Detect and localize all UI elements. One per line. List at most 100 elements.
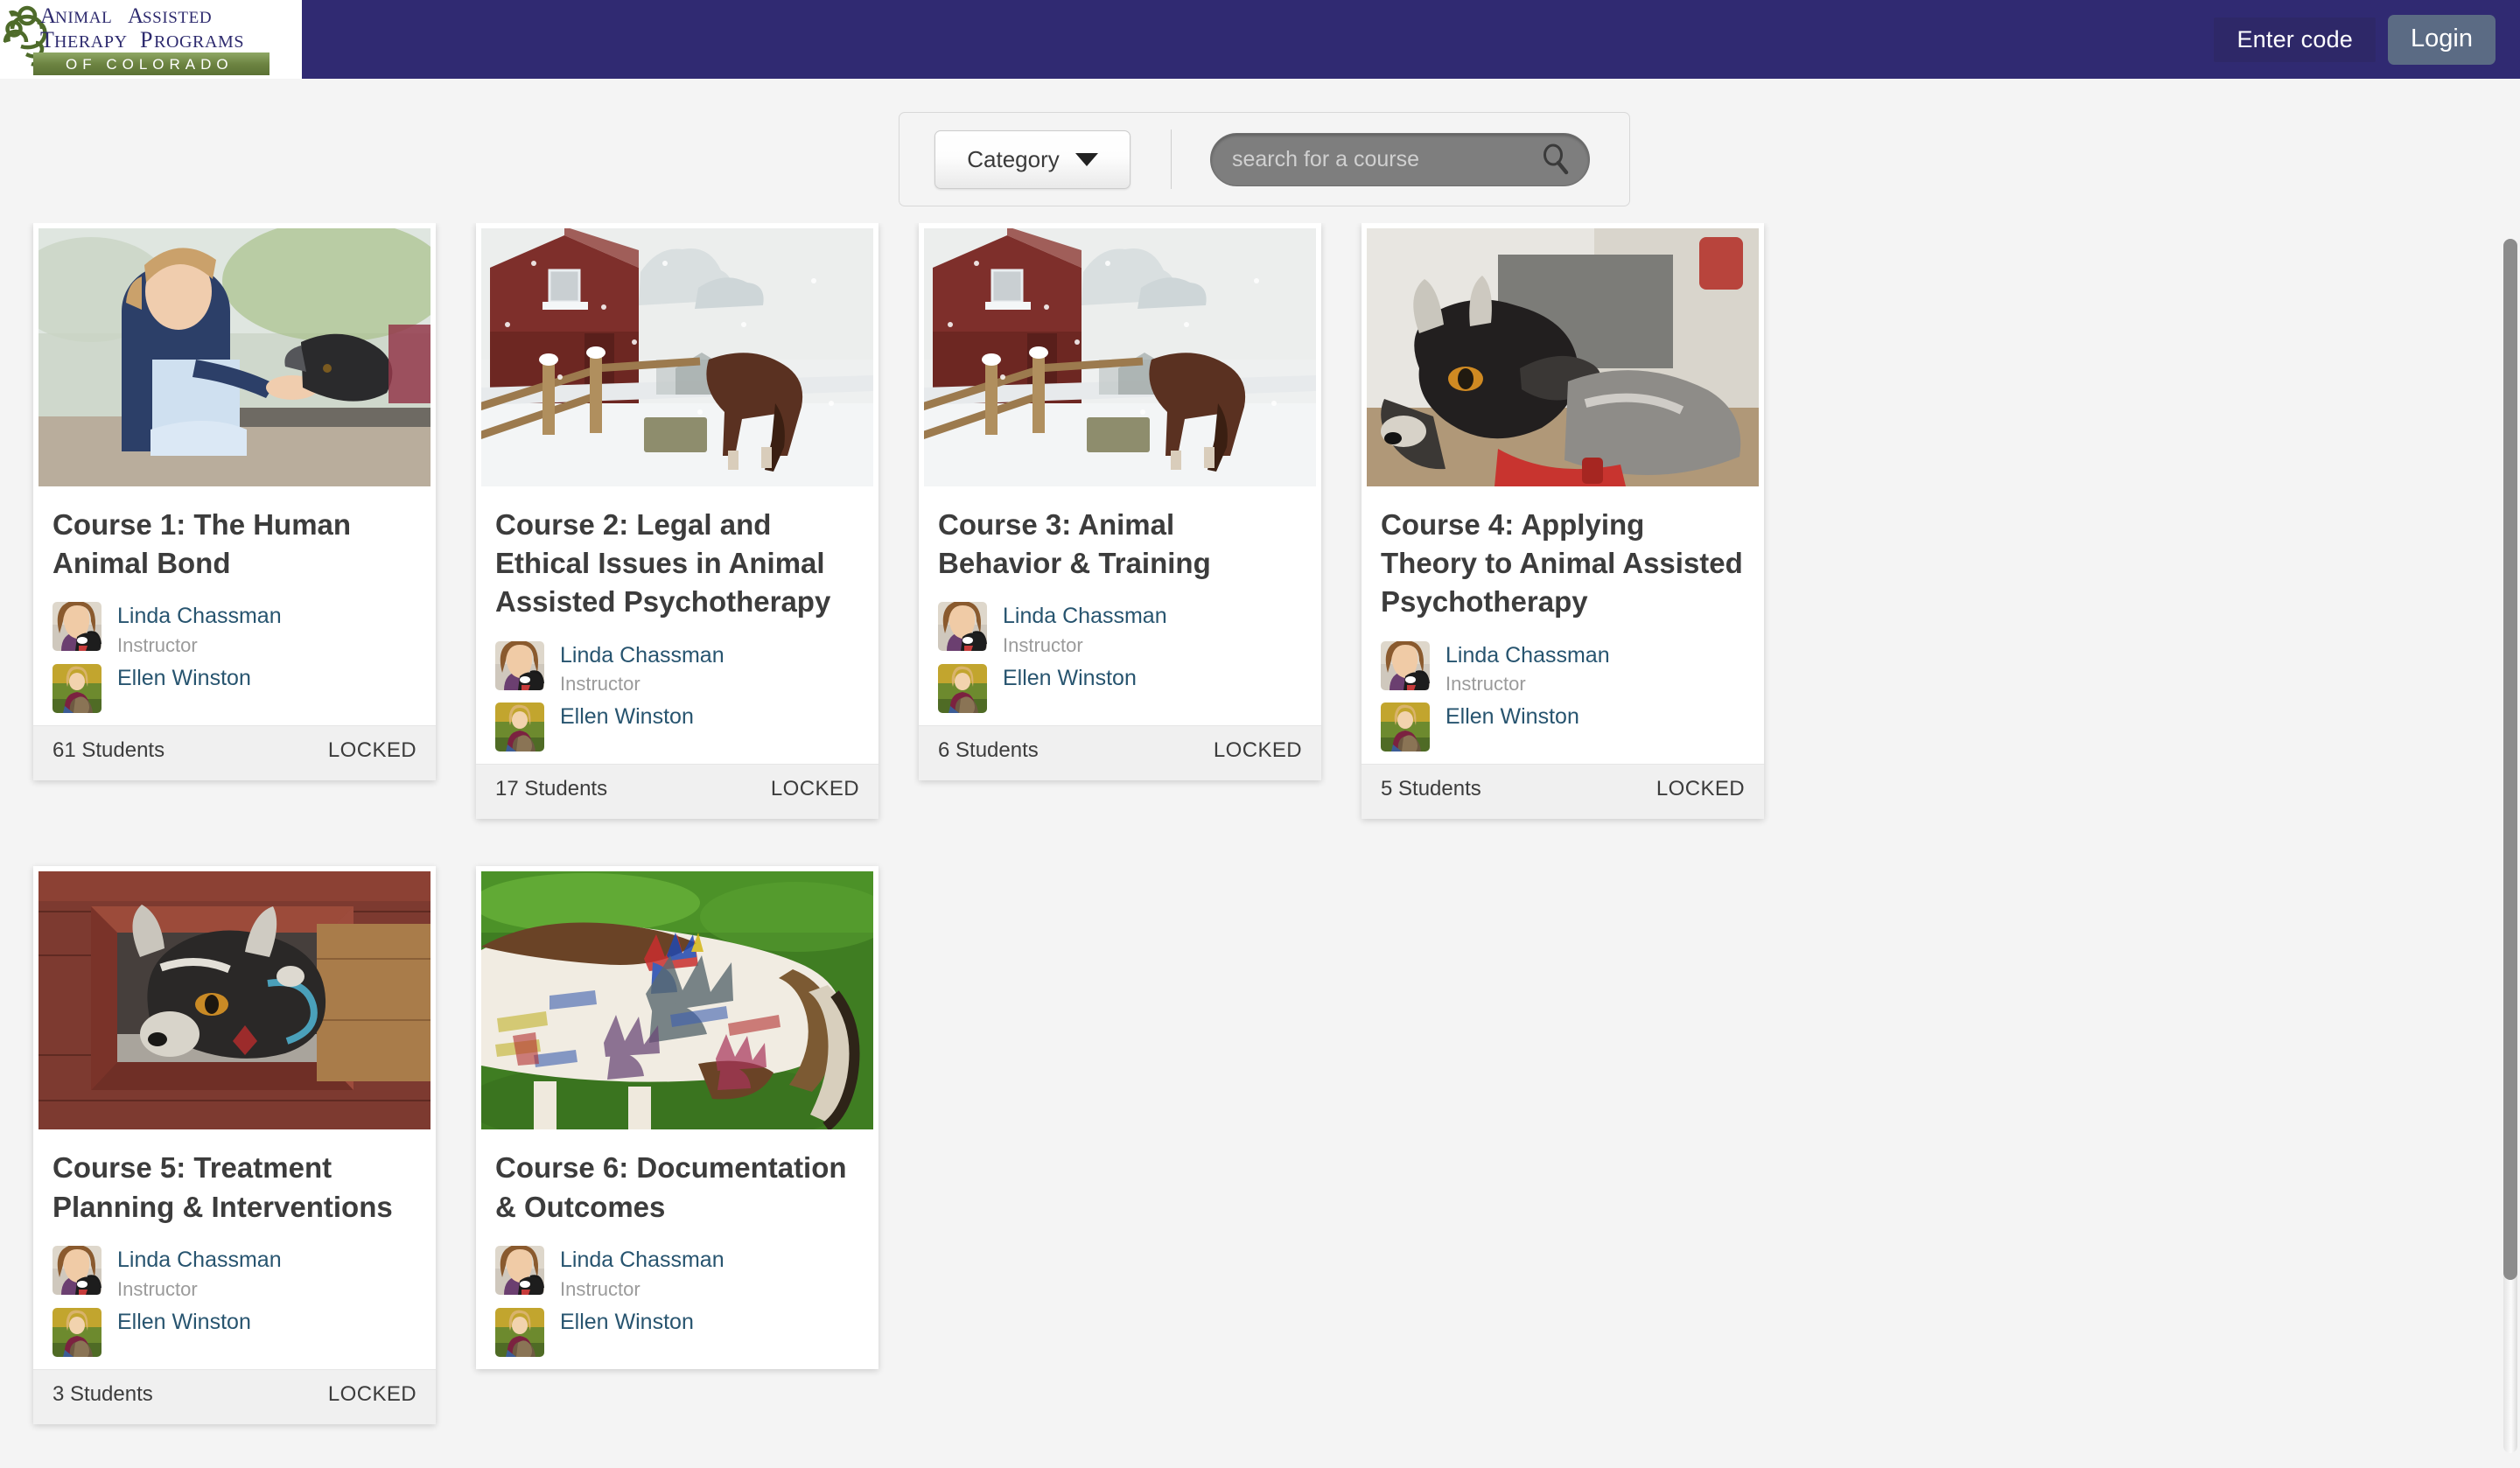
instructor-row[interactable]: Linda Chassman Instructor <box>495 640 859 696</box>
instructor-role: Instructor <box>117 634 198 657</box>
vertical-scrollbar[interactable] <box>2501 223 2520 1468</box>
svg-text:HERAPY: HERAPY <box>54 32 128 52</box>
avatar[interactable] <box>52 664 102 714</box>
course-thumbnail[interactable] <box>481 228 873 486</box>
course-card-footer: 17 Students LOCKED <box>476 764 878 820</box>
instructor-name[interactable]: Linda Chassman <box>1003 604 1167 629</box>
course-card[interactable]: Course 5: Treatment Planning & Intervent… <box>33 866 436 1424</box>
avatar[interactable] <box>52 1307 102 1357</box>
instructor-role: Instructor <box>1446 673 1526 696</box>
course-card-body: Course 1: The Human Animal Bond Linda Cha… <box>33 486 436 725</box>
svg-text:T: T <box>40 27 54 52</box>
course-card-body: Course 5: Treatment Planning & Intervent… <box>33 1129 436 1368</box>
course-title[interactable]: Course 2: Legal and Ethical Issues in An… <box>495 506 859 622</box>
course-instructors: Linda Chassman Instructor Ellen Winston <box>1381 640 1745 752</box>
avatar[interactable] <box>52 602 102 652</box>
category-dropdown[interactable]: Category <box>934 129 1130 189</box>
instructor-text: Ellen Winston <box>560 1308 694 1335</box>
svg-text:A: A <box>128 4 144 28</box>
instructor-text: Linda Chassman Instructor <box>1446 641 1610 696</box>
instructor-name[interactable]: Ellen Winston <box>1003 666 1137 691</box>
instructor-name[interactable]: Linda Chassman <box>560 1248 724 1273</box>
instructor-row[interactable]: Linda Chassman Instructor <box>52 602 416 657</box>
course-search-panel: Category <box>899 112 1630 206</box>
course-title[interactable]: Course 1: The Human Animal Bond <box>52 506 416 583</box>
instructor-text: Linda Chassman Instructor <box>1003 602 1167 657</box>
instructor-name[interactable]: Linda Chassman <box>117 604 282 629</box>
avatar[interactable] <box>52 1245 102 1295</box>
course-thumbnail[interactable] <box>1367 228 1759 486</box>
instructor-row[interactable]: Linda Chassman Instructor <box>938 602 1302 657</box>
course-card-footer: 5 Students LOCKED <box>1362 764 1764 820</box>
instructor-name[interactable]: Ellen Winston <box>1446 704 1579 730</box>
course-card-body: Course 2: Legal and Ethical Issues in An… <box>476 486 878 764</box>
course-grid: Course 1: The Human Animal Bond Linda Cha… <box>0 223 2240 1468</box>
instructor-name[interactable]: Ellen Winston <box>117 1310 251 1335</box>
course-card-footer: 3 Students LOCKED <box>33 1368 436 1424</box>
enter-code-button[interactable]: Enter code <box>2214 17 2376 62</box>
instructor-role: Instructor <box>560 1277 640 1300</box>
instructor-row[interactable]: Ellen Winston <box>495 1307 859 1357</box>
instructor-row[interactable]: Ellen Winston <box>1381 703 1745 752</box>
instructor-role: Instructor <box>1003 634 1083 657</box>
course-card[interactable]: Course 4: Applying Theory to Animal Assi… <box>1362 223 1764 820</box>
instructor-name[interactable]: Linda Chassman <box>1446 643 1610 668</box>
student-count: 61 Students <box>52 738 165 763</box>
course-card[interactable]: Course 1: The Human Animal Bond Linda Cha… <box>33 223 436 781</box>
svg-text:ROGRAMS: ROGRAMS <box>154 32 244 52</box>
search-input[interactable] <box>1211 146 1589 172</box>
instructor-name[interactable]: Ellen Winston <box>117 666 251 691</box>
course-thumbnail[interactable] <box>924 228 1316 486</box>
course-title[interactable]: Course 3: Animal Behavior & Training <box>938 506 1302 583</box>
course-instructors: Linda Chassman Instructor Ellen Winston <box>52 1245 416 1357</box>
svg-text:A: A <box>40 4 57 28</box>
course-thumbnail[interactable] <box>38 871 430 1130</box>
instructor-name[interactable]: Linda Chassman <box>117 1248 282 1273</box>
search-box[interactable] <box>1210 132 1590 186</box>
course-card-footer: 6 Students LOCKED <box>919 725 1321 781</box>
course-thumbnail[interactable] <box>481 871 873 1130</box>
magnifier-icon[interactable] <box>1540 143 1572 175</box>
course-thumbnail[interactable] <box>38 228 430 486</box>
course-card[interactable]: Course 3: Animal Behavior & Training Lind… <box>919 223 1321 781</box>
avatar[interactable] <box>495 1245 544 1295</box>
status-badge: LOCKED <box>770 777 859 801</box>
instructor-row[interactable]: Linda Chassman Instructor <box>495 1245 859 1301</box>
login-button[interactable]: Login <box>2388 14 2496 65</box>
course-card[interactable]: Course 2: Legal and Ethical Issues in An… <box>476 223 878 820</box>
instructor-row[interactable]: Ellen Winston <box>938 664 1302 714</box>
instructor-name[interactable]: Ellen Winston <box>560 1310 694 1335</box>
avatar[interactable] <box>1381 640 1430 690</box>
avatar[interactable] <box>495 1307 544 1357</box>
course-card-body: Course 3: Animal Behavior & Training Lind… <box>919 486 1321 725</box>
svg-text:SSISTED: SSISTED <box>143 9 212 27</box>
instructor-text: Linda Chassman Instructor <box>560 1246 724 1301</box>
course-title[interactable]: Course 6: Documentation & Outcomes <box>495 1149 859 1226</box>
instructor-name[interactable]: Ellen Winston <box>560 704 694 730</box>
category-dropdown-label: Category <box>967 145 1060 172</box>
course-title[interactable]: Course 5: Treatment Planning & Intervent… <box>52 1149 416 1226</box>
instructor-row[interactable]: Ellen Winston <box>52 1307 416 1357</box>
course-title[interactable]: Course 4: Applying Theory to Animal Assi… <box>1381 506 1745 622</box>
instructor-name[interactable]: Linda Chassman <box>560 643 724 668</box>
scrollbar-thumb[interactable] <box>2503 239 2517 1280</box>
status-badge: LOCKED <box>1213 738 1302 763</box>
avatar[interactable] <box>938 664 987 714</box>
site-header: A NIMAL A SSISTED T HERAPY P ROGRAMS OF … <box>0 0 2520 79</box>
instructor-role: Instructor <box>117 1277 198 1300</box>
instructor-row[interactable]: Linda Chassman Instructor <box>52 1245 416 1301</box>
avatar[interactable] <box>1381 703 1430 752</box>
instructor-text: Ellen Winston <box>560 703 694 730</box>
instructor-row[interactable]: Linda Chassman Instructor <box>1381 640 1745 696</box>
instructor-row[interactable]: Ellen Winston <box>495 703 859 752</box>
site-logo[interactable]: A NIMAL A SSISTED T HERAPY P ROGRAMS OF … <box>0 0 302 79</box>
instructor-text: Linda Chassman Instructor <box>117 602 282 657</box>
course-card[interactable]: Course 6: Documentation & Outcomes Linda … <box>476 866 878 1369</box>
instructor-row[interactable]: Ellen Winston <box>52 664 416 714</box>
avatar[interactable] <box>495 640 544 690</box>
avatar[interactable] <box>495 703 544 752</box>
avatar[interactable] <box>938 602 987 652</box>
student-count: 3 Students <box>52 1381 153 1406</box>
instructor-role: Instructor <box>560 673 640 696</box>
status-badge: LOCKED <box>327 738 416 763</box>
